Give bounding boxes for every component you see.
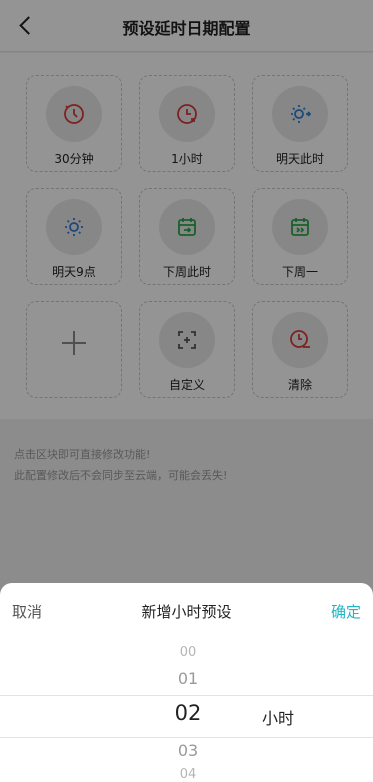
picker-option[interactable]: 03 — [0, 741, 373, 760]
confirm-button[interactable]: 确定 — [331, 601, 361, 622]
hour-picker[interactable]: 00 01 02 小时 03 04 — [0, 639, 373, 782]
picker-option-selected[interactable]: 02 — [0, 701, 373, 725]
picker-unit-label: 小时 — [262, 709, 295, 728]
picker-option[interactable]: 00 — [0, 645, 373, 660]
picker-selection-line — [0, 737, 373, 738]
picker-option[interactable]: 04 — [0, 767, 373, 782]
picker-option[interactable]: 01 — [0, 669, 373, 688]
hour-preset-sheet: 取消 新增小时预设 确定 00 01 02 小时 03 04 — [0, 583, 373, 782]
sheet-title: 新增小时预设 — [141, 603, 232, 621]
picker-selection-line — [0, 695, 373, 696]
